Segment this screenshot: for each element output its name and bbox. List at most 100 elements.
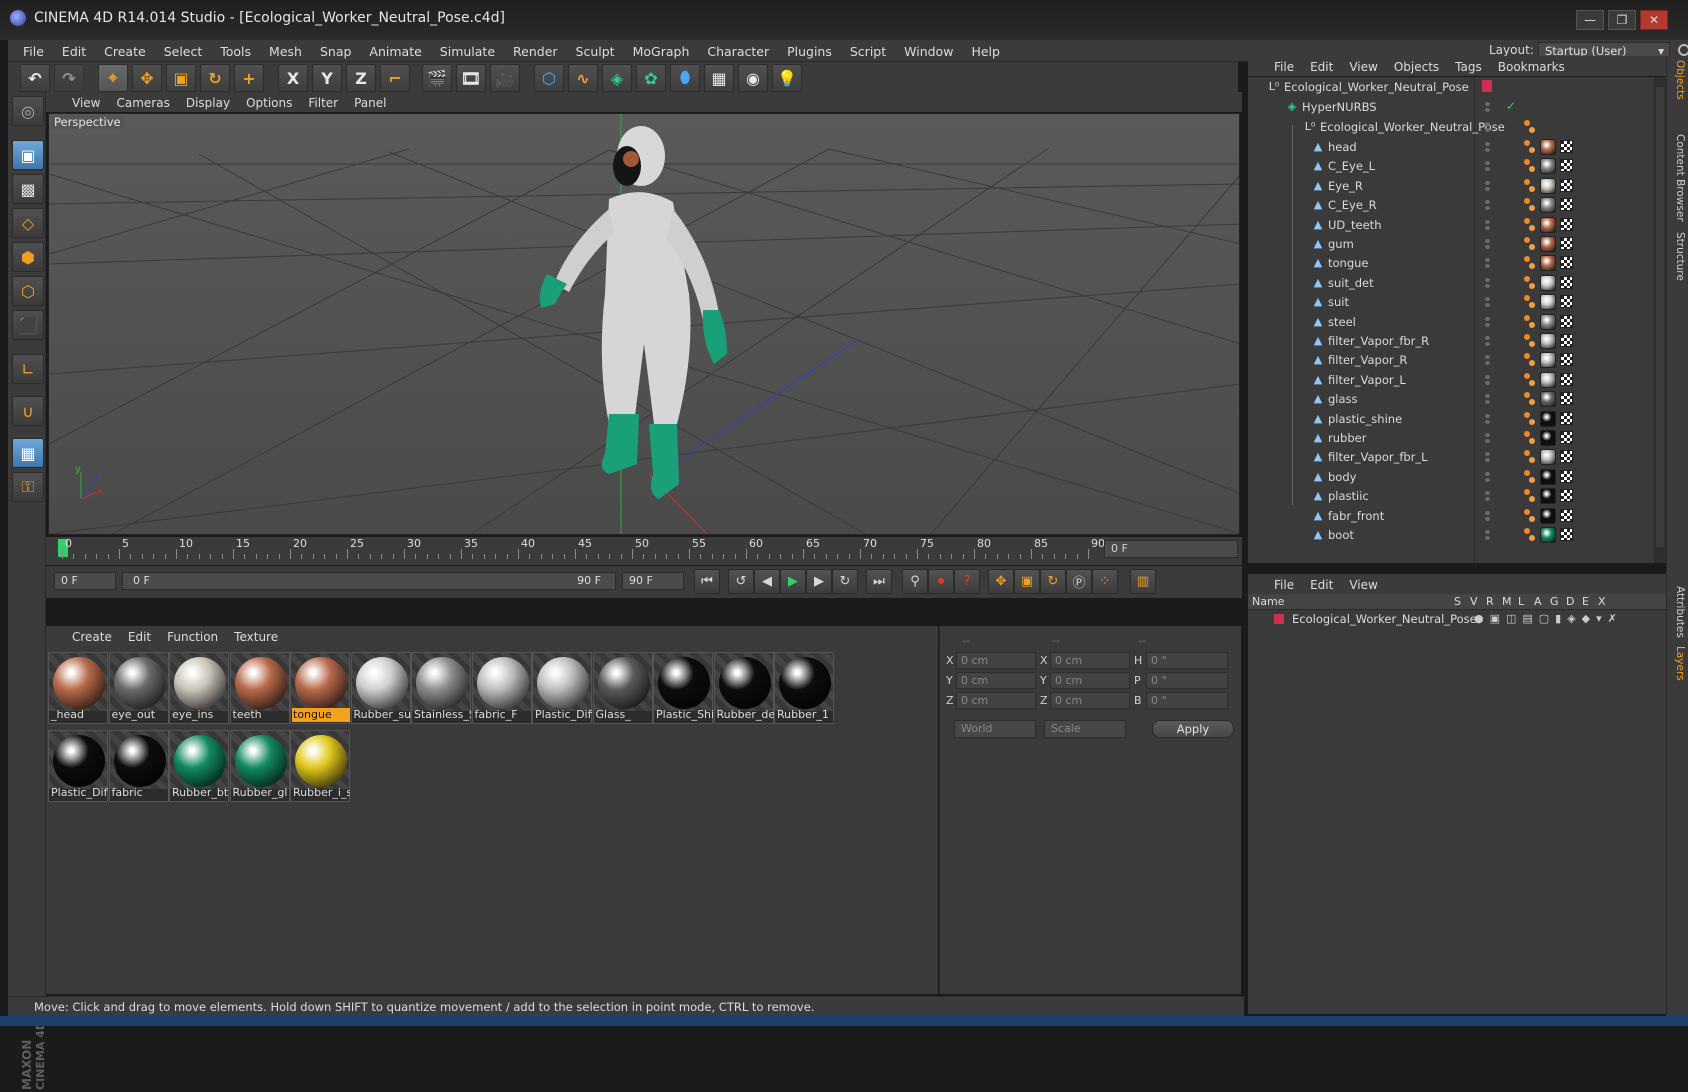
object-row[interactable]: ▲ C_Eye_R: [1248, 195, 1654, 215]
uvw-tag-icon[interactable]: [1560, 528, 1573, 541]
uvw-tag-icon[interactable]: [1560, 334, 1573, 347]
end-frame-field[interactable]: 90 F: [622, 572, 684, 590]
close-button[interactable]: ✕: [1640, 10, 1668, 30]
material-tag-icon[interactable]: [1540, 488, 1556, 505]
perspective-viewport[interactable]: Perspective y x z: [48, 113, 1240, 535]
record-parameter-button[interactable]: Ⓟ: [1066, 569, 1092, 594]
material-tile[interactable]: Rubber_bt: [169, 730, 229, 802]
material-tile[interactable]: Plastic_Shir: [653, 652, 713, 724]
material-tag-icon[interactable]: [1540, 507, 1556, 524]
position-field[interactable]: 0 cm: [956, 652, 1036, 669]
uvw-tag-icon[interactable]: [1560, 217, 1573, 231]
size-field[interactable]: 0 cm: [1050, 672, 1130, 689]
material-tile[interactable]: Rubber_gl: [229, 730, 290, 802]
phong-tag-icon[interactable]: [1524, 178, 1536, 193]
object-row[interactable]: ▲ gum: [1248, 234, 1654, 254]
deformer-button[interactable]: ⬮: [670, 64, 700, 92]
start-frame-field[interactable]: 0 F: [54, 572, 116, 590]
phong-tag-icon[interactable]: [1524, 508, 1536, 523]
record-position-button[interactable]: ✥: [988, 569, 1014, 594]
phong-tag-icon[interactable]: [1524, 469, 1536, 484]
phong-tag-icon[interactable]: [1524, 431, 1536, 445]
redo-button[interactable]: ↷: [54, 64, 84, 92]
phong-tag-icon[interactable]: [1524, 295, 1536, 309]
autokeying-button[interactable]: ⏺: [928, 569, 954, 594]
move-tool-button[interactable]: ✥: [132, 64, 162, 92]
visibility-dots[interactable]: [1484, 471, 1492, 482]
object-row[interactable]: ▲ Eye_R: [1248, 176, 1654, 196]
uvw-tag-icon[interactable]: [1560, 469, 1573, 483]
material-tile[interactable]: Rubber_1: [774, 652, 834, 724]
phong-tag-icon[interactable]: [1524, 489, 1536, 503]
uvw-tag-icon[interactable]: [1560, 295, 1573, 309]
material-tag-icon[interactable]: [1540, 216, 1556, 233]
object-menu-bookmarks[interactable]: Bookmarks: [1490, 60, 1573, 74]
scale-tool-button[interactable]: ▣: [166, 64, 196, 92]
menu-tools[interactable]: Tools: [211, 44, 260, 59]
object-row[interactable]: ▲ fabr_front: [1248, 506, 1654, 526]
object-row[interactable]: ▲ tongue: [1248, 253, 1654, 273]
material-menu-create[interactable]: Create: [64, 630, 120, 644]
phong-tag-icon[interactable]: [1524, 140, 1536, 154]
material-tag-icon[interactable]: [1540, 527, 1556, 543]
menu-animate[interactable]: Animate: [360, 44, 430, 59]
object-row[interactable]: ▲ suit_det: [1248, 273, 1654, 293]
record-active-objects-button[interactable]: ⚲: [902, 569, 928, 594]
material-tile[interactable]: fabric: [108, 730, 169, 802]
object-menu-objects[interactable]: Objects: [1386, 60, 1447, 74]
record-scale-button[interactable]: ▣: [1014, 569, 1040, 594]
material-tile[interactable]: Rubber_i_s: [290, 730, 350, 802]
previous-frame-button[interactable]: ◀: [754, 569, 780, 594]
material-tile[interactable]: _head: [48, 652, 108, 724]
viewport-menu-filter[interactable]: Filter: [300, 96, 346, 110]
menu-snap[interactable]: Snap: [311, 44, 360, 59]
layer-menu-edit[interactable]: Edit: [1302, 578, 1341, 592]
phong-tag-icon[interactable]: [1524, 217, 1536, 232]
object-row[interactable]: ▲ steel: [1248, 312, 1654, 332]
object-row[interactable]: ▲ body: [1248, 467, 1654, 487]
record-rotation-button[interactable]: ↻: [1040, 569, 1066, 594]
phong-tag-icon[interactable]: [1524, 275, 1536, 290]
material-tag-icon[interactable]: [1540, 449, 1556, 466]
menu-file[interactable]: File: [14, 44, 53, 59]
phong-tag-icon[interactable]: [1524, 528, 1536, 542]
object-row[interactable]: ▲ filter_Vapor_L: [1248, 370, 1654, 390]
material-tag-icon[interactable]: [1540, 410, 1556, 427]
material-tag-icon[interactable]: [1540, 197, 1556, 214]
uvw-tag-icon[interactable]: [1560, 237, 1573, 250]
uvw-tag-icon[interactable]: [1560, 159, 1573, 173]
search-icon[interactable]: [1678, 44, 1688, 56]
menu-help[interactable]: Help: [962, 44, 1009, 59]
polygons-mode-button[interactable]: ⬛: [12, 310, 44, 340]
visibility-dots[interactable]: [1484, 413, 1492, 424]
material-tile[interactable]: tongue: [290, 652, 350, 724]
layer-menu-view[interactable]: View: [1341, 578, 1385, 592]
visibility-dots[interactable]: [1484, 142, 1492, 152]
z-axis-lock-button[interactable]: Z: [346, 64, 376, 92]
apply-button[interactable]: Apply: [1152, 720, 1234, 738]
layer-column-e[interactable]: E: [1582, 595, 1589, 608]
visibility-dots[interactable]: [1484, 374, 1492, 385]
edges-mode-button[interactable]: ⬡: [12, 276, 44, 306]
material-menu-texture[interactable]: Texture: [226, 630, 286, 644]
object-row-root[interactable]: L⁰ Ecological_Worker_Neutral_Pose: [1248, 77, 1654, 97]
object-row[interactable]: ▲ head: [1248, 137, 1654, 157]
record-pla-button[interactable]: ⁘: [1092, 569, 1118, 594]
position-field[interactable]: 0 cm: [956, 692, 1036, 709]
uvw-tag-icon[interactable]: [1560, 198, 1573, 212]
go-to-end-button[interactable]: ⏭: [866, 569, 892, 594]
material-tag-icon[interactable]: [1540, 177, 1556, 194]
visibility-dots[interactable]: [1484, 355, 1492, 366]
phong-tag-icon[interactable]: [1524, 372, 1536, 387]
phong-tag-icon[interactable]: [1524, 159, 1536, 173]
uvw-tag-icon[interactable]: [1560, 508, 1573, 522]
visibility-dots[interactable]: [1484, 219, 1492, 230]
material-tag-icon[interactable]: [1540, 158, 1556, 175]
material-tag-icon[interactable]: [1540, 430, 1556, 446]
material-menu-edit[interactable]: Edit: [120, 630, 159, 644]
coordinate-space-dropdown[interactable]: World: [954, 720, 1036, 738]
workplane-mode-button[interactable]: ◇: [12, 208, 44, 238]
uvw-tag-icon[interactable]: [1560, 450, 1573, 464]
viewport-menu-panel[interactable]: Panel: [346, 96, 394, 110]
menu-sculpt[interactable]: Sculpt: [567, 44, 624, 59]
